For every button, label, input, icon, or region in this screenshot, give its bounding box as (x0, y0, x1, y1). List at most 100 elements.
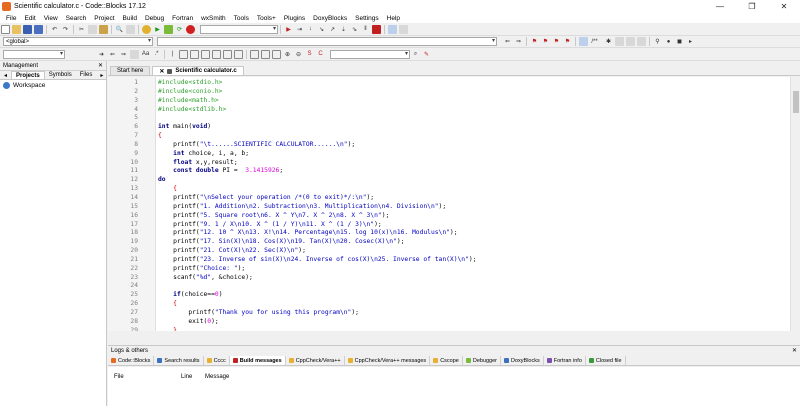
zoom-out-icon[interactable]: ⊖ (294, 50, 303, 59)
code-line[interactable]: 27 printf("Thank you for using this prog… (130, 309, 786, 318)
next-bookmark-icon[interactable]: ⚑ (552, 37, 561, 46)
scrollbar-thumb[interactable] (793, 91, 799, 113)
menu-file[interactable]: File (2, 15, 20, 22)
tabs-scroll-left-icon[interactable]: ◂ (0, 71, 11, 79)
next-line-icon[interactable]: ↓ (306, 25, 315, 34)
logs-tab[interactable]: DoxyBlocks (501, 356, 544, 365)
tab-symbols[interactable]: Symbols (45, 71, 76, 79)
close-button[interactable]: ✕ (768, 0, 800, 13)
workspace-node[interactable]: Workspace (0, 80, 106, 91)
code-line[interactable]: 7{ (134, 132, 786, 141)
search-forward-icon[interactable]: ⇒ (119, 50, 128, 59)
code-line[interactable]: 24 (130, 282, 786, 291)
next-instruction-icon[interactable]: ⇣ (339, 25, 348, 34)
logs-tab[interactable]: Closed file (586, 356, 626, 365)
management-close-icon[interactable]: ✕ (98, 62, 103, 69)
chm-icon[interactable] (637, 37, 646, 46)
fold-all-icon[interactable] (250, 49, 259, 59)
search-combo[interactable] (3, 49, 65, 59)
search-match-case-icon[interactable]: Aa (141, 50, 150, 59)
menu-build[interactable]: Build (119, 15, 141, 22)
break-debugger-icon[interactable]: ‖ (361, 25, 370, 34)
jump-forward-icon[interactable]: ⇒ (514, 37, 523, 46)
tabs-scroll-right-icon[interactable]: ▸ (96, 71, 107, 79)
symbol-search-combo[interactable] (330, 49, 410, 59)
build-and-run-icon[interactable] (164, 24, 173, 34)
editor-vertical-scrollbar[interactable] (790, 77, 800, 331)
menu-project[interactable]: Project (90, 15, 118, 22)
find-icon[interactable]: 🔍 (115, 25, 124, 34)
search-replace-icon[interactable] (130, 49, 139, 59)
prev-bookmark-icon[interactable]: ⚑ (541, 37, 550, 46)
search-regex-icon[interactable]: .* (152, 50, 161, 59)
record-macro-icon[interactable]: ● (664, 37, 673, 46)
function-combo[interactable] (157, 37, 497, 46)
code-line[interactable]: 21 printf("23. Inverse of sin(X)\n24. In… (130, 256, 786, 265)
menu-doxyblocks[interactable]: DoxyBlocks (309, 15, 351, 22)
comment-line-icon[interactable]: ✱ (604, 37, 613, 46)
code-line[interactable]: 11 const double PI = 3.1415926; (130, 167, 786, 176)
settings-wrench-icon[interactable]: ✎ (422, 50, 431, 59)
code-area[interactable]: 1 #include<stdio.h> 2 #include<conio.h> 3 #in… (130, 79, 786, 331)
save-all-icon[interactable] (34, 24, 43, 34)
logs-tab[interactable]: Fortran info (544, 356, 586, 365)
logs-tab[interactable]: Code::Blocks (108, 356, 155, 365)
code-editor[interactable]: 1 #include<stdio.h> 2 #include<conio.h> 3 #in… (108, 77, 800, 331)
menu-edit[interactable]: Edit (20, 15, 39, 22)
menu-debug[interactable]: Debug (141, 15, 168, 22)
menu-tools[interactable]: Tools (230, 15, 253, 22)
play-macro-icon[interactable]: ▸ (686, 37, 695, 46)
code-line[interactable]: 9 int choice, i, a, b; (134, 150, 786, 159)
menu-search[interactable]: Search (62, 15, 91, 22)
spell-check-icon[interactable]: S (305, 50, 314, 59)
save-icon[interactable] (23, 24, 32, 34)
abort-icon[interactable] (186, 24, 195, 34)
menu-help[interactable]: Help (383, 15, 404, 22)
code-line[interactable]: 20 printf("21. Cot(X)\n22. Sec(X)\n"); (130, 247, 786, 256)
tab-files[interactable]: Files (76, 71, 97, 79)
undo-icon[interactable]: ↶ (50, 25, 59, 34)
code-line[interactable]: 22 printf("Choice: "); (130, 265, 786, 274)
rect-select-icon[interactable] (179, 49, 188, 59)
jump-back-icon[interactable]: ⇐ (503, 37, 512, 46)
step-out-icon[interactable]: ↗ (328, 25, 337, 34)
unfold-all-icon[interactable] (261, 49, 270, 59)
debugging-windows-icon[interactable] (388, 24, 397, 34)
run-icon[interactable]: ▶ (153, 25, 162, 34)
toggle-bookmark-icon[interactable]: ⚑ (530, 37, 539, 46)
logs-tab[interactable]: Search results (154, 356, 204, 365)
column-header-message[interactable]: Message (205, 374, 265, 380)
code-line[interactable]: 6 int main(void) (134, 123, 786, 132)
symbol-search-icon[interactable]: ⌕ (411, 50, 420, 59)
search-go-icon[interactable]: ➜ (97, 50, 106, 59)
code-line[interactable]: 12 do (130, 176, 786, 185)
stop-debugger-icon[interactable] (372, 24, 381, 34)
paste-icon[interactable] (99, 24, 108, 34)
clear-bookmarks-icon[interactable]: ⚑ (563, 37, 572, 46)
comment-block-icon[interactable]: /** (590, 37, 599, 46)
code-line[interactable]: 8 printf("\t......SCIENTIFIC CALCULATOR.… (134, 141, 786, 150)
rebuild-icon[interactable]: ⟳ (175, 25, 184, 34)
toggle-fold-icon[interactable] (272, 49, 281, 59)
copy-icon[interactable] (88, 24, 97, 34)
logs-tab[interactable]: Cscope (430, 356, 463, 365)
extract-docs-icon[interactable] (626, 37, 635, 46)
block-right-icon[interactable] (212, 49, 221, 59)
code-line[interactable]: 26 { (130, 300, 786, 309)
code-line[interactable]: 23 scanf("%d", &choice); (130, 274, 786, 283)
code-line[interactable]: 19 printf("17. Sin(X)\n18. Cos(X)\n19. T… (130, 238, 786, 247)
code-line[interactable]: 13 { (130, 185, 786, 194)
various-info-icon[interactable] (399, 24, 408, 34)
code-line[interactable]: 10 float x,y,result; (130, 159, 786, 168)
editor-tab[interactable]: Start here (110, 66, 151, 75)
scope-combo[interactable]: <global> (3, 37, 153, 46)
code-completion-icon[interactable]: C (316, 50, 325, 59)
search-back-icon[interactable]: ⇐ (108, 50, 117, 59)
code-line[interactable]: 17 printf("9. 1 / X\n10. X ^ (1 / Y)\n11… (130, 221, 786, 230)
code-line[interactable]: 4 #include<stdlib.h> (134, 106, 786, 115)
code-line[interactable]: 2 #include<conio.h> (134, 88, 786, 97)
doxywizard-icon[interactable] (615, 37, 624, 46)
menu-wxsmith[interactable]: wxSmith (197, 15, 230, 22)
logs-tab[interactable]: Debugger (463, 356, 502, 365)
block-left-icon[interactable] (201, 49, 210, 59)
